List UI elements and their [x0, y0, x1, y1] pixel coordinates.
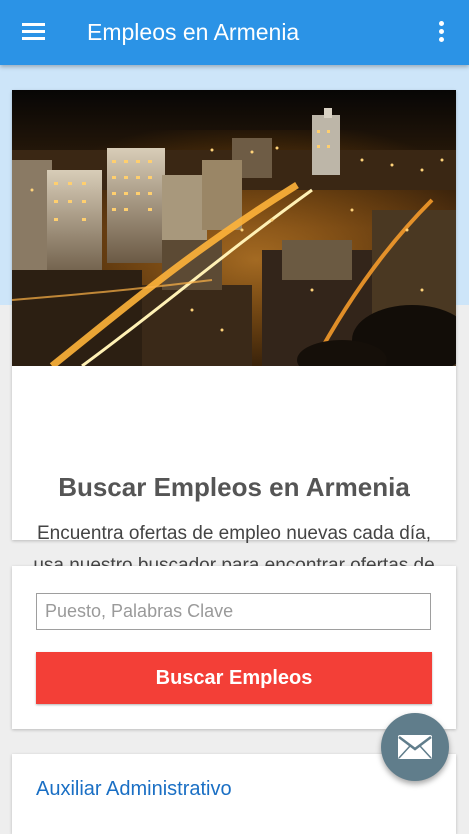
- night-city-photo: [12, 90, 456, 366]
- more-vertical-icon[interactable]: [426, 16, 458, 48]
- hero-card: Buscar Empleos en Armenia Encuentra ofer…: [12, 90, 456, 608]
- app-bar: Empleos en Armenia: [0, 0, 469, 65]
- hamburger-menu-icon[interactable]: [14, 16, 54, 48]
- hero-heading: Buscar Empleos en Armenia: [58, 472, 410, 502]
- search-input[interactable]: [36, 593, 431, 630]
- search-jobs-button[interactable]: Buscar Empleos: [36, 652, 432, 704]
- contact-fab[interactable]: [381, 713, 449, 781]
- envelope-icon: [398, 735, 432, 759]
- job-result-link[interactable]: Auxiliar Administrativo: [36, 778, 232, 801]
- app-title: Empleos en Armenia: [87, 19, 300, 45]
- search-card: Buscar Empleos: [12, 566, 456, 729]
